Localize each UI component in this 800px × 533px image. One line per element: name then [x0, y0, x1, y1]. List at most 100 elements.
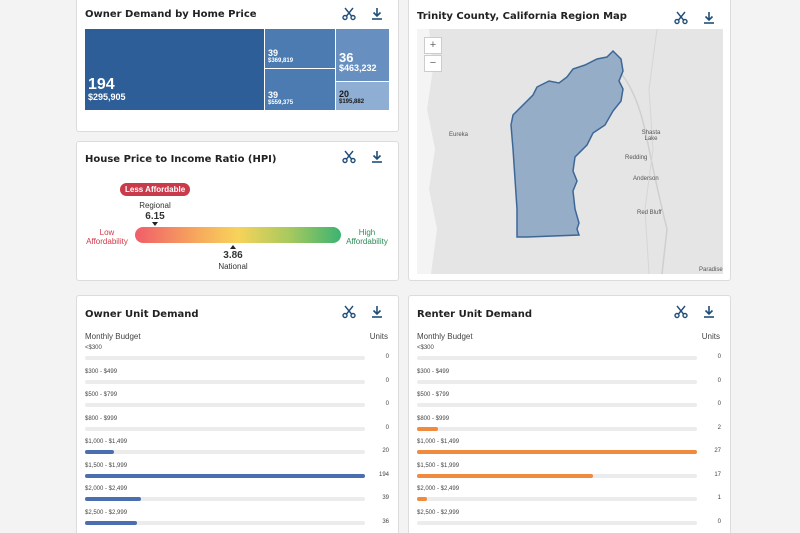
scissors-icon[interactable]: [674, 305, 688, 319]
city-label: Eureka: [449, 132, 469, 138]
treemap-tile[interactable]: 20 $195,882: [336, 82, 389, 110]
zoom-out-button[interactable]: −: [424, 55, 442, 72]
zoom-in-button[interactable]: +: [424, 37, 442, 54]
download-icon[interactable]: [370, 305, 384, 319]
bar-track: [417, 426, 697, 431]
download-icon[interactable]: [370, 150, 384, 164]
owner-demand-treemap: 194 $295,905 39 $369,819 39 $559,375 36 …: [85, 29, 389, 110]
bar-track: [85, 379, 365, 384]
bar-track: [85, 403, 365, 407]
city-label: Shasta Lake: [641, 130, 661, 142]
budget-row: $2,000 - $2,499 1: [417, 486, 721, 510]
bar-track: [85, 450, 365, 454]
bar-track: [85, 356, 365, 360]
national-marker: [230, 245, 236, 249]
budget-row: $2,500 - $2,999 36: [85, 510, 389, 533]
bar-fill: [85, 450, 114, 454]
budget-header: Monthly Budget: [417, 332, 473, 341]
bar-track: [85, 497, 365, 501]
affordability-badge: Less Affordable: [120, 183, 191, 196]
units-value: 39: [382, 495, 389, 501]
regional-label: Regional: [139, 201, 171, 210]
bar-track: [417, 356, 697, 360]
regional-value: 6.15: [145, 211, 165, 222]
bar-track: [417, 403, 697, 407]
budget-header: Monthly Budget: [85, 332, 141, 341]
budget-row: $1,000 - $1,499 20: [85, 439, 389, 463]
units-value: 1: [717, 495, 721, 501]
units-value: 0: [717, 377, 721, 384]
bar-track: [85, 473, 365, 478]
national-label: National: [218, 262, 248, 271]
treemap-tile[interactable]: 194 $295,905: [85, 29, 264, 110]
budget-label: $800 - $999: [85, 415, 118, 422]
city-label: Paradise: [699, 267, 723, 273]
bar-fill: [417, 450, 697, 454]
download-icon[interactable]: [702, 11, 716, 25]
budget-label: $1,500 - $1,999: [417, 462, 460, 469]
bar-track: [417, 520, 697, 525]
low-affordability-label: Low Affordability: [86, 228, 128, 246]
owner-demand-card: Owner Demand by Home Price 194 $295,905 …: [76, 0, 399, 132]
region-map[interactable]: + − Eureka Redding Anderson Red Bluff Sh…: [417, 29, 723, 274]
budget-row: $2,000 - $2,499 39: [85, 486, 389, 510]
budget-label: $1,500 - $1,999: [85, 462, 128, 469]
budget-label: $1,000 - $1,499: [417, 439, 460, 445]
city-label: Redding: [625, 155, 648, 161]
units-value: 0: [385, 377, 389, 384]
units-header: Units: [701, 332, 720, 341]
units-value: 0: [385, 424, 389, 431]
bar-fill: [417, 426, 438, 431]
budget-label: $300 - $499: [85, 368, 118, 375]
treemap-tile[interactable]: 39 $559,375: [265, 69, 335, 110]
download-icon[interactable]: [702, 305, 716, 319]
budget-row: $300 - $499 0: [417, 369, 721, 393]
scissors-icon[interactable]: [342, 305, 356, 319]
scissors-icon[interactable]: [674, 11, 688, 25]
units-value: 17: [714, 471, 721, 478]
high-affordability-label: High Affordability: [346, 228, 388, 246]
bar-track: [85, 426, 365, 431]
city-label: Red Bluff: [637, 210, 662, 216]
map-title: Trinity County, California Region Map: [417, 11, 627, 22]
bar-fill: [417, 473, 594, 478]
units-value: 36: [382, 518, 389, 525]
city-label: Anderson: [633, 176, 659, 182]
budget-label: $2,500 - $2,999: [85, 509, 128, 516]
units-header: Units: [369, 332, 388, 341]
renter-unit-demand-card: Renter Unit Demand Monthly Budget Units …: [408, 295, 731, 533]
budget-row: $1,000 - $1,499 27: [417, 439, 721, 463]
bar-fill: [85, 497, 142, 501]
owner-unit-title: Owner Unit Demand: [85, 309, 199, 320]
scissors-icon[interactable]: [342, 150, 356, 164]
units-value: 0: [717, 354, 721, 360]
treemap-tile[interactable]: 36 $463,232: [336, 29, 389, 81]
budget-label: $2,500 - $2,999: [417, 509, 460, 516]
budget-label: $2,000 - $2,499: [85, 486, 128, 492]
bar-fill: [85, 473, 365, 478]
budget-row: <$300 0: [85, 345, 389, 369]
bar-track: [417, 497, 697, 501]
budget-row: $2,500 - $2,999 0: [417, 510, 721, 533]
owner-demand-title: Owner Demand by Home Price: [85, 9, 257, 20]
units-value: 20: [382, 448, 389, 454]
budget-label: <$300: [85, 345, 102, 351]
hpi-title: House Price to Income Ratio (HPI): [85, 154, 277, 165]
units-value: 2: [717, 424, 721, 431]
bar-track: [85, 520, 365, 525]
national-value: 3.86: [223, 250, 243, 261]
bar-track: [417, 473, 697, 478]
budget-row: $1,500 - $1,999 17: [417, 463, 721, 487]
units-value: 0: [385, 354, 389, 360]
budget-row: <$300 0: [417, 345, 721, 369]
budget-label: <$300: [417, 345, 434, 351]
budget-label: $2,000 - $2,499: [417, 486, 460, 492]
download-icon[interactable]: [370, 7, 384, 21]
scissors-icon[interactable]: [342, 7, 356, 21]
regional-marker: [152, 222, 158, 226]
budget-label: $800 - $999: [417, 415, 450, 422]
renter-unit-title: Renter Unit Demand: [417, 309, 533, 320]
budget-label: $300 - $499: [417, 368, 450, 375]
treemap-tile[interactable]: 39 $369,819: [265, 29, 335, 68]
units-value: 194: [378, 471, 389, 478]
